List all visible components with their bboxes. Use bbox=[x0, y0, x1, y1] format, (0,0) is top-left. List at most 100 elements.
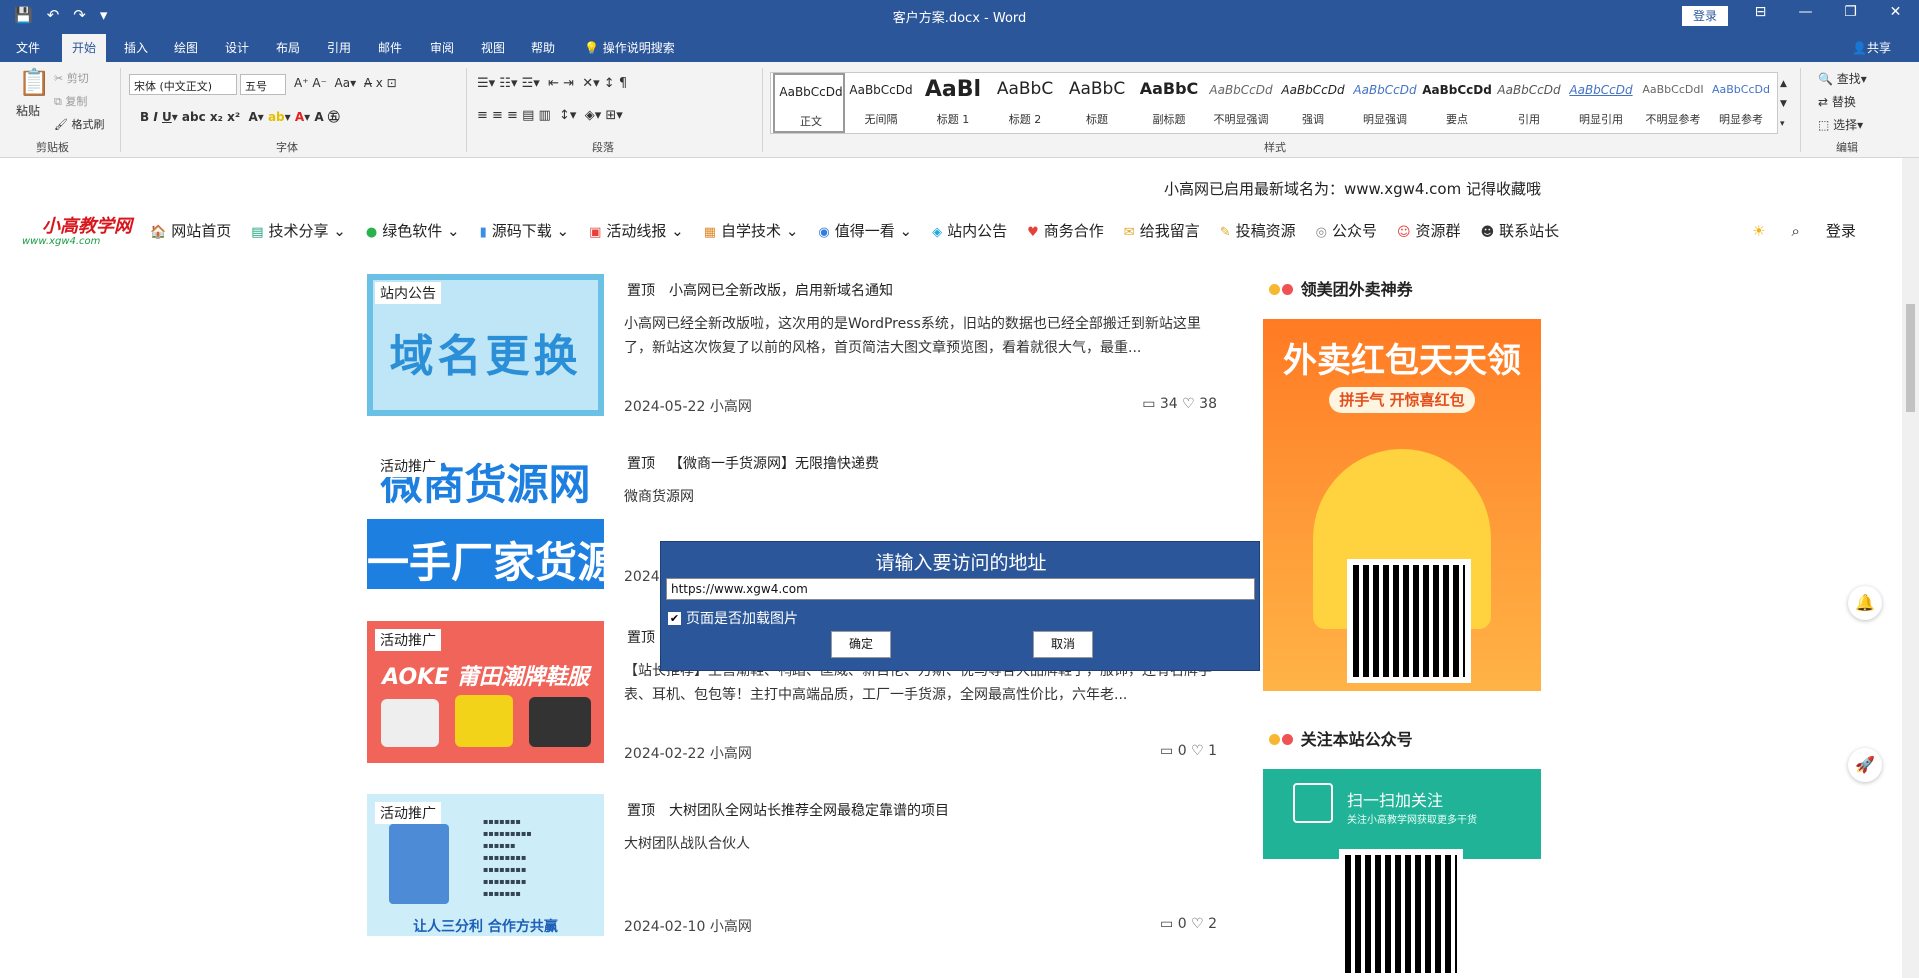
style-strong[interactable]: AaBbCcDd 要点 bbox=[1421, 73, 1493, 133]
window-controls: ⊟ — ❐ ✕ bbox=[1738, 4, 1918, 20]
post-meta: 2024-02-10 小高网 bbox=[624, 919, 752, 935]
tab-design[interactable]: 设计 bbox=[225, 39, 249, 56]
site-logo[interactable]: 小高教学网 www.xgw4.com bbox=[20, 206, 148, 250]
shoe-image bbox=[381, 699, 439, 747]
tell-me-search[interactable]: 💡 操作说明搜索 bbox=[584, 39, 675, 56]
style-intense-reference[interactable]: AaBbCcDd 明显参考 bbox=[1709, 73, 1773, 133]
style-normal[interactable]: AaBbCcDd 正文 bbox=[773, 73, 845, 133]
account-login-button[interactable]: 登录 bbox=[1682, 6, 1728, 26]
post-thumbnail[interactable]: 微商货源网 一手厂家货源 活动推广 bbox=[367, 447, 604, 589]
wechat-follow-banner[interactable]: 扫一扫加关注 关注小高教学网获取更多干货 bbox=[1263, 769, 1541, 978]
url-input[interactable]: https://www.xgw4.com bbox=[666, 578, 1255, 600]
meituan-ad-banner[interactable]: 外卖红包天天领 拼手气 开惊喜红包 bbox=[1263, 319, 1541, 691]
tab-layout[interactable]: 布局 bbox=[276, 39, 300, 56]
nav-activity[interactable]: ▣ 活动线报 ⌄ bbox=[589, 220, 684, 241]
style-quote[interactable]: AaBbCcDd 引用 bbox=[1493, 73, 1565, 133]
style-emphasis[interactable]: AaBbCcDd 强调 bbox=[1277, 73, 1349, 133]
checkbox-checked-icon[interactable]: ✔ bbox=[668, 611, 681, 625]
style-subtitle[interactable]: AaBbC 副标题 bbox=[1133, 73, 1205, 133]
font-name-combo[interactable]: 宋体 (中文正文) bbox=[129, 74, 237, 95]
nav-business[interactable]: ♥ 商务合作 bbox=[1027, 220, 1104, 241]
list-buttons[interactable]: ☰▾ ☷▾ ☲▾ ⇤ ⇥ ✕▾ ↕ ¶ bbox=[477, 76, 627, 91]
share-button[interactable]: 👤共享 bbox=[1852, 39, 1891, 56]
find-button[interactable]: 🔍 查找▾ bbox=[1818, 70, 1867, 87]
post-thumbnail[interactable]: AOKE 莆田潮牌鞋服 活动推广 bbox=[367, 621, 604, 763]
style-intense-emphasis[interactable]: AaBbCcDd 明显强调 bbox=[1349, 73, 1421, 133]
site-login-button[interactable]: 登录 bbox=[1826, 220, 1856, 241]
like-icon: ♡ bbox=[1191, 743, 1204, 759]
copy-button[interactable]: ⧉ 复制 bbox=[54, 93, 87, 109]
tab-file[interactable]: 文件 bbox=[16, 39, 40, 56]
post-title[interactable]: 置顶 大树团队全网站长推荐全网最稳定靠谱的项目 bbox=[627, 800, 949, 820]
nav-submit[interactable]: ✎ 投稿资源 bbox=[1220, 220, 1296, 241]
post-thumbnail[interactable]: 站内公告 域名更换 bbox=[367, 274, 604, 416]
tab-home[interactable]: 开始 bbox=[62, 34, 107, 62]
group-label-editing: 编辑 bbox=[1836, 141, 1858, 154]
group-icon: ☺ bbox=[1396, 225, 1411, 240]
paste-button[interactable]: 粘贴 bbox=[16, 102, 40, 119]
search-icon[interactable]: ⌕ bbox=[1791, 222, 1799, 240]
ribbon-tabs: 文件 开始 插入 绘图 设计 布局 引用 邮件 审阅 视图 帮助 💡 操作说明搜… bbox=[0, 32, 1919, 62]
style-subtle-reference[interactable]: AaBbCcDdI 不明显参考 bbox=[1637, 73, 1709, 133]
nav-home[interactable]: 🏠 网站首页 bbox=[150, 220, 231, 241]
nav-green-software[interactable]: ● 绿色软件 ⌄ bbox=[366, 220, 460, 241]
notification-bell-icon[interactable]: 🔔 bbox=[1848, 586, 1882, 620]
tab-insert[interactable]: 插入 bbox=[124, 39, 148, 56]
ribbon-display-options-icon[interactable]: ⊟ bbox=[1738, 4, 1783, 20]
nav-resource-group[interactable]: ☺ 资源群 bbox=[1397, 220, 1461, 241]
tab-mailings[interactable]: 邮件 bbox=[378, 39, 402, 56]
restore-icon[interactable]: ❐ bbox=[1828, 4, 1873, 20]
post-stats: ▭ 0 ♡ 2 bbox=[1160, 916, 1217, 932]
confirm-button[interactable]: 确定 bbox=[831, 631, 891, 658]
tab-view[interactable]: 视图 bbox=[481, 39, 505, 56]
style-title[interactable]: AaBbC 标题 bbox=[1061, 73, 1133, 133]
scan-icon bbox=[1293, 783, 1333, 823]
style-subtle-emphasis[interactable]: AaBbCcDd 不明显强调 bbox=[1205, 73, 1277, 133]
style-intense-quote[interactable]: AaBbCcDd 明显引用 bbox=[1565, 73, 1637, 133]
font-size-combo[interactable]: 五号 bbox=[240, 74, 286, 95]
like-icon: ♡ bbox=[1182, 396, 1195, 412]
font-size-buttons[interactable]: A⁺ A⁻ Aa▾ A̶ ⅹ ⊡ bbox=[294, 76, 397, 90]
nav-self-study[interactable]: ▦ 自学技术 ⌄ bbox=[704, 220, 799, 241]
minimize-icon[interactable]: — bbox=[1783, 4, 1828, 20]
nav-official-account[interactable]: ◎ 公众号 bbox=[1316, 220, 1377, 241]
heart-icon: ♥ bbox=[1027, 225, 1039, 240]
tab-draw[interactable]: 绘图 bbox=[174, 39, 198, 56]
dialog-title: 请输入要访问的地址 bbox=[875, 552, 1047, 574]
font-format-buttons[interactable]: B I U▾ abc x₂ x² A▾ ab▾ A▾ A ㊄ bbox=[140, 108, 340, 125]
styles-scroll-buttons[interactable]: ▲ ▼ ▾ bbox=[1780, 74, 1787, 134]
cut-button[interactable]: ✂ 剪切 bbox=[54, 70, 89, 86]
close-icon[interactable]: ✕ bbox=[1873, 4, 1918, 20]
rocket-back-to-top-icon[interactable]: 🚀 bbox=[1848, 748, 1882, 782]
post-thumbnail[interactable]: ▪▪▪▪▪▪▪ ▪▪▪▪▪▪▪▪▪ ▪▪▪▪▪▪ ▪▪▪▪▪▪▪▪ ▪▪▪▪▪▪▪▪ ▪▪… bbox=[367, 794, 604, 936]
replace-button[interactable]: ⇄ 替换 bbox=[1818, 93, 1856, 110]
load-images-checkbox[interactable]: ✔ 页面是否加载图片 bbox=[668, 608, 798, 628]
theme-toggle-icon[interactable]: ☀ bbox=[1752, 222, 1765, 240]
tab-references[interactable]: 引用 bbox=[327, 39, 351, 56]
post-title[interactable]: 置顶 小高网已全新改版，启用新域名通知 bbox=[627, 280, 893, 300]
paste-icon[interactable]: 📋 bbox=[18, 68, 50, 98]
post-meta: 2024 bbox=[624, 569, 660, 585]
cancel-button[interactable]: 取消 bbox=[1033, 631, 1093, 658]
post-title[interactable]: 置顶 【微商一手货源网】无限撸快递费 bbox=[627, 453, 879, 473]
style-heading-1[interactable]: AaBl 标题 1 bbox=[917, 73, 989, 133]
align-buttons[interactable]: ≡ ≡ ≡ ▤ ▥ ↕▾ ◈▾ ⊞▾ bbox=[477, 108, 623, 123]
post-thumbnail-text-2: 一手厂家货源 bbox=[367, 538, 604, 587]
format-painter-button[interactable]: 🖌 格式刷 bbox=[54, 116, 104, 132]
nav-announcements[interactable]: ◈ 站内公告 bbox=[932, 220, 1007, 241]
vertical-scrollbar[interactable] bbox=[1902, 158, 1919, 978]
nav-source-download[interactable]: ▮ 源码下载 ⌄ bbox=[480, 220, 570, 241]
nav-worth-seeing[interactable]: ◉ 值得一看 ⌄ bbox=[818, 220, 912, 241]
tab-review[interactable]: 审阅 bbox=[430, 39, 454, 56]
nav-contact[interactable]: ☻ 联系站长 bbox=[1481, 220, 1560, 241]
style-no-spacing[interactable]: AaBbCcDd 无间隔 bbox=[845, 73, 917, 133]
ad-title: 扫一扫加关注 bbox=[1347, 791, 1444, 810]
nav-tech-share[interactable]: ▤ 技术分享 ⌄ bbox=[251, 220, 346, 241]
select-button[interactable]: ⬚ 选择▾ bbox=[1818, 116, 1863, 133]
scrollbar-thumb[interactable] bbox=[1906, 304, 1915, 412]
comment-icon: ▭ bbox=[1142, 396, 1156, 412]
style-heading-2[interactable]: AaBbC 标题 2 bbox=[989, 73, 1061, 133]
nav-message[interactable]: ✉ 给我留言 bbox=[1124, 220, 1200, 241]
activity-icon: ▣ bbox=[589, 225, 602, 240]
tab-help[interactable]: 帮助 bbox=[531, 39, 555, 56]
